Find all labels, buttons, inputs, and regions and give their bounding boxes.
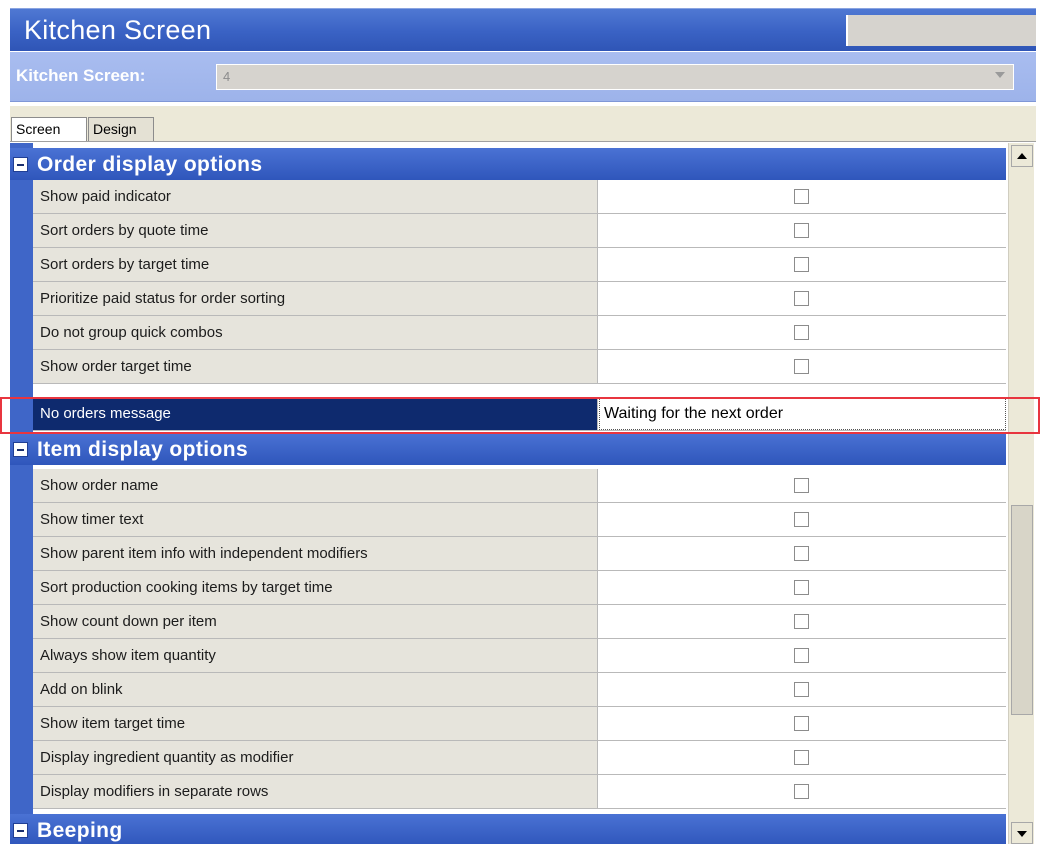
row-label: Show order name [40, 477, 159, 494]
tab-strip: Screen Design [10, 106, 1036, 142]
show-order-target-time-checkbox[interactable] [794, 359, 809, 374]
grid-row[interactable]: Show count down per item [33, 605, 1006, 639]
chevron-down-icon[interactable] [995, 72, 1005, 78]
grid-row[interactable]: Display ingredient quantity as modifier [33, 741, 1006, 775]
grid-row[interactable]: Show order target time [33, 350, 1006, 384]
no-orders-message-value: Waiting for the next order [604, 405, 784, 422]
grid-row[interactable]: Do not group quick combos [33, 316, 1006, 350]
grid-row[interactable]: Display modifiers in separate rows [33, 775, 1006, 809]
show-count-down-per-item-checkbox[interactable] [794, 614, 809, 629]
row-label: Show order target time [40, 358, 192, 375]
collapse-icon[interactable] [13, 442, 28, 457]
category-item-display-options[interactable]: Item display options [10, 433, 1006, 465]
grid-row[interactable]: Show order name [33, 469, 1006, 503]
always-show-item-quantity-checkbox[interactable] [794, 648, 809, 663]
title-bar: Kitchen Screen [10, 8, 1036, 51]
kitchen-screen-window: Kitchen Screen Kitchen Screen: 4 Screen … [0, 0, 1040, 844]
grid-row[interactable]: Sort orders by target time [33, 248, 1006, 282]
kitchen-screen-dropdown[interactable]: 4 [216, 64, 1014, 90]
grid-row[interactable]: Add on blink [33, 673, 1006, 707]
row-label: Display modifiers in separate rows [40, 783, 269, 800]
vertical-scrollbar[interactable] [1008, 143, 1034, 844]
row-label: Sort orders by target time [40, 256, 210, 273]
row-label: Show item target time [40, 715, 186, 732]
grid-row[interactable]: Always show item quantity [33, 639, 1006, 673]
show-parent-item-info-checkbox[interactable] [794, 546, 809, 561]
display-modifiers-separate-rows-checkbox[interactable] [794, 784, 809, 799]
scroll-up-icon[interactable] [1011, 145, 1033, 167]
kitchen-screen-dropdown-value: 4 [223, 69, 231, 84]
category-label: Order display options [37, 153, 263, 176]
category-order-display-options[interactable]: Order display options [10, 148, 1006, 180]
category-label: Item display options [37, 438, 249, 461]
collapse-icon[interactable] [13, 157, 28, 172]
row-label: Show count down per item [40, 613, 217, 630]
row-label: Do not group quick combos [40, 324, 223, 341]
row-label: Sort production cooking items by target … [40, 579, 333, 596]
prioritize-paid-status-checkbox[interactable] [794, 291, 809, 306]
row-label: Show paid indicator [40, 188, 171, 205]
show-timer-text-checkbox[interactable] [794, 512, 809, 527]
grid-row[interactable]: Show item target time [33, 707, 1006, 741]
scroll-down-icon[interactable] [1011, 822, 1033, 844]
row-label: No orders message [40, 405, 171, 422]
show-item-target-time-checkbox[interactable] [794, 716, 809, 731]
row-label: Display ingredient quantity as modifier [40, 749, 294, 766]
no-orders-message-input[interactable]: Waiting for the next order [599, 397, 1006, 430]
grid-row[interactable]: Show timer text [33, 503, 1006, 537]
category-label: Beeping [37, 819, 123, 842]
grid-row[interactable]: Show parent item info with independent m… [33, 537, 1006, 571]
do-not-group-quick-combos-checkbox[interactable] [794, 325, 809, 340]
kitchen-screen-label: Kitchen Screen: [16, 66, 146, 85]
kitchen-screen-selector-bar: Kitchen Screen: 4 [10, 52, 1036, 102]
grid-row[interactable]: Sort production cooking items by target … [33, 571, 1006, 605]
row-label: Prioritize paid status for order sorting [40, 290, 286, 307]
sort-orders-by-quote-time-checkbox[interactable] [794, 223, 809, 238]
tab-screen[interactable]: Screen [11, 117, 87, 141]
grid-row[interactable]: Prioritize paid status for order sorting [33, 282, 1006, 316]
category-beeping[interactable]: Beeping [10, 814, 1006, 844]
grid-row[interactable]: Show paid indicator [33, 180, 1006, 214]
tab-design[interactable]: Design [88, 117, 154, 141]
row-label: Add on blink [40, 681, 123, 698]
show-paid-indicator-checkbox[interactable] [794, 189, 809, 204]
row-label: Sort orders by quote time [40, 222, 209, 239]
sort-production-cooking-items-checkbox[interactable] [794, 580, 809, 595]
window-title: Kitchen Screen [24, 15, 212, 45]
collapse-icon[interactable] [13, 823, 28, 838]
display-ingredient-quantity-checkbox[interactable] [794, 750, 809, 765]
grid-row[interactable]: Sort orders by quote time [33, 214, 1006, 248]
row-label: Show parent item info with independent m… [40, 545, 368, 562]
grid-row-selected[interactable]: No orders message Waiting for the next o… [33, 397, 1006, 431]
scrollbar-thumb[interactable] [1011, 505, 1033, 715]
sort-orders-by-target-time-checkbox[interactable] [794, 257, 809, 272]
row-label: Show timer text [40, 511, 144, 528]
add-on-blink-checkbox[interactable] [794, 682, 809, 697]
row-label: Always show item quantity [40, 647, 216, 664]
show-order-name-checkbox[interactable] [794, 478, 809, 493]
grid-left-margin [10, 143, 33, 844]
property-grid: Order display options Show paid indicato… [10, 143, 1006, 844]
title-bar-panel [846, 15, 1036, 46]
